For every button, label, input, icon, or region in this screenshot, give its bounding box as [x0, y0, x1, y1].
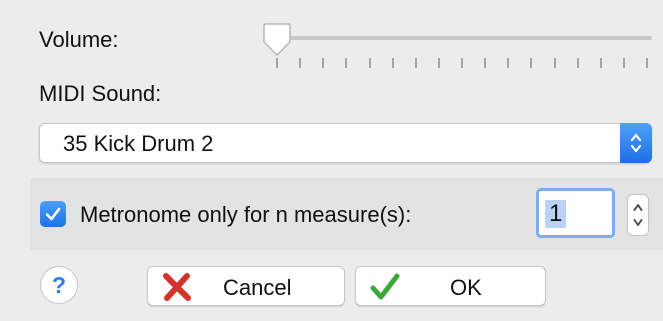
slider-tick [299, 58, 302, 68]
volume-slider-thumb[interactable] [262, 22, 292, 58]
slider-tick [414, 58, 417, 68]
volume-slider-ticks [276, 58, 648, 70]
slider-tick [646, 58, 648, 68]
help-icon: ? [51, 271, 67, 298]
ok-button[interactable]: OK [355, 266, 546, 306]
cancel-button[interactable]: Cancel [147, 266, 345, 306]
slider-tick [461, 58, 463, 68]
midi-sound-selected-value: 35 Kick Drum 2 [63, 131, 214, 156]
slider-tick [368, 58, 371, 68]
slider-tick [276, 58, 278, 68]
slider-tick [484, 58, 487, 68]
metronome-label[interactable]: Metronome only for n measure(s): [80, 202, 411, 228]
measures-stepper[interactable] [627, 194, 649, 236]
select-arrows-icon[interactable] [620, 123, 652, 163]
ok-button-label: OK [450, 275, 482, 300]
stepper-arrows-icon[interactable] [632, 199, 644, 231]
measures-input-value: 1 [545, 200, 567, 228]
slider-tick [507, 58, 510, 68]
slider-tick [391, 58, 394, 68]
help-button[interactable]: ? [40, 266, 78, 304]
volume-slider-track[interactable] [270, 36, 652, 40]
cancel-button-label: Cancel [223, 275, 292, 300]
slider-tick [437, 58, 440, 68]
slider-tick [599, 58, 602, 68]
cancel-x-icon [163, 273, 191, 301]
midi-sound-label: MIDI Sound: [39, 81, 162, 106]
measures-input[interactable]: 1 [536, 188, 615, 238]
slider-tick [530, 58, 533, 68]
midi-sound-select[interactable]: 35 Kick Drum 2 [39, 123, 652, 163]
slider-tick [576, 58, 579, 68]
slider-tick [322, 58, 325, 68]
slider-tick [553, 58, 556, 68]
volume-label: Volume: [39, 27, 119, 52]
ok-checkmark-icon [370, 273, 400, 300]
slider-tick [622, 58, 625, 68]
checkmark-icon [45, 207, 61, 221]
metronome-checkbox[interactable] [40, 201, 66, 227]
slider-tick [345, 58, 348, 68]
volume-slider[interactable] [262, 22, 652, 72]
